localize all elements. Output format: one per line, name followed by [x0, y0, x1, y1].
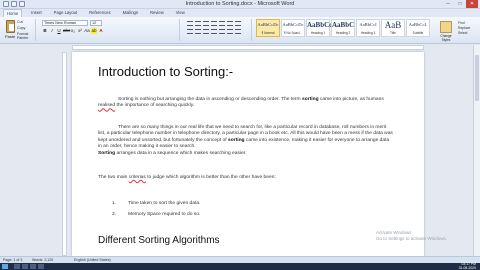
list-item: 2. Memory Space required to do so.	[112, 212, 201, 217]
strikethrough-icon[interactable]: abc	[63, 28, 70, 34]
tab-insert[interactable]: Insert	[28, 9, 44, 17]
bold-icon[interactable]: B	[42, 28, 48, 34]
change-styles-button[interactable]: Change Styles	[438, 34, 454, 42]
format-painter-button[interactable]: Format Painter	[17, 32, 35, 40]
tab-mailings[interactable]: Mailings	[120, 9, 141, 17]
style-title[interactable]: AaB Title	[381, 19, 405, 37]
taskbar-app-icon[interactable]	[38, 264, 44, 269]
start-icon[interactable]	[2, 264, 8, 269]
style-heading-1[interactable]: AaBbCc Heading 1	[306, 19, 332, 37]
paragraph-2: There are so many things in our real lif…	[98, 125, 393, 150]
italic-icon[interactable]: I	[49, 28, 55, 34]
font-size-select[interactable]: 12	[90, 20, 102, 26]
change-styles-icon[interactable]	[440, 21, 452, 33]
font-group: Times New Roman 12 B I U abc x₂ x² Aa ab…	[40, 19, 180, 41]
align-right-icon[interactable]	[203, 29, 209, 34]
font-name-select[interactable]: Times New Roman	[42, 20, 88, 26]
select-button[interactable]: Select	[458, 31, 470, 36]
paste-icon[interactable]	[6, 20, 15, 33]
maximize-icon[interactable]: □	[454, 0, 466, 8]
editing-group: Change Styles Find Replace Select	[438, 19, 480, 42]
taskbar-clock[interactable]: 03:17 PM 31-08-2020	[459, 262, 476, 270]
minimize-icon[interactable]: –	[442, 0, 454, 8]
numbering-icon[interactable]	[195, 21, 201, 26]
activation-watermark: Activate Windows Go to Settings to activ…	[376, 230, 448, 241]
title-bar: Introduction to Sorting.docx - Microsoft…	[0, 0, 480, 9]
style-normal[interactable]: AaBbCcDc ¶ Normal	[256, 19, 280, 37]
list-item: 1. Time taken to sort the given data.	[112, 201, 201, 206]
align-left-icon[interactable]	[187, 29, 193, 34]
justify-icon[interactable]	[211, 29, 217, 34]
tab-review[interactable]: Review	[147, 9, 167, 17]
paragraph-4: The two main criterias to judge which al…	[98, 175, 276, 180]
underline-icon[interactable]: U	[56, 28, 62, 34]
status-bar: Page: 1 of 3 Words: 2,125 English (Unite…	[0, 256, 480, 263]
line-spacing-icon[interactable]	[219, 29, 225, 34]
taskbar-app-icon[interactable]	[30, 264, 36, 269]
horizontal-ruler[interactable]	[72, 45, 424, 50]
sort-icon[interactable]	[227, 21, 233, 26]
scrollbar-thumb[interactable]	[475, 55, 479, 101]
section-heading: Different Sorting Algorithms	[98, 235, 220, 246]
multilevel-list-icon[interactable]	[203, 21, 209, 26]
vertical-ruler[interactable]	[62, 52, 67, 256]
taskbar: 03:17 PM 31-08-2020	[0, 262, 480, 270]
highlight-icon[interactable]: ab	[91, 28, 97, 34]
tab-page-layout[interactable]: Page Layout	[51, 9, 81, 17]
document-title: Introduction to Sorting:-	[98, 64, 234, 79]
style-heading-2[interactable]: AaBbC Heading 2	[331, 19, 355, 37]
superscript-icon[interactable]: x²	[77, 28, 83, 34]
borders-icon[interactable]	[235, 29, 241, 34]
close-icon[interactable]: ✕	[466, 0, 478, 8]
subscript-icon[interactable]: x₂	[70, 28, 76, 34]
paragraph-group	[184, 19, 252, 41]
styles-gallery: AaBbCcDc ¶ Normal AaBbCcDc ¶ No Spaci...…	[256, 19, 436, 39]
paste-button[interactable]: Paste	[5, 34, 15, 39]
tab-home[interactable]: Home	[3, 9, 23, 17]
bullets-icon[interactable]	[187, 21, 193, 26]
cut-button[interactable]: Cut	[17, 20, 23, 24]
tab-references[interactable]: References	[86, 9, 113, 17]
show-marks-icon[interactable]	[235, 21, 241, 26]
document-page[interactable]: Introduction to Sorting:- Sorting is not…	[72, 52, 424, 256]
taskbar-app-icon[interactable]	[22, 264, 28, 269]
taskbar-apps	[14, 264, 44, 269]
clipboard-group: Paste Cut Copy Format Painter	[4, 19, 36, 41]
style-heading-3[interactable]: AaBbCcI Heading 3	[356, 19, 380, 37]
spelling-error: realised	[98, 103, 116, 109]
taskbar-app-icon[interactable]	[14, 264, 20, 269]
style-subtitle[interactable]: AaBbCcL Subtitle	[406, 19, 430, 37]
vertical-scrollbar[interactable]	[473, 45, 480, 256]
editing-commands: Find Replace Select	[458, 21, 470, 36]
change-case-icon[interactable]: Aa	[84, 28, 90, 34]
spelling-error: criterias	[128, 175, 146, 180]
copy-button[interactable]: Copy	[17, 26, 25, 30]
decrease-indent-icon[interactable]	[211, 21, 217, 26]
tab-view[interactable]: View	[173, 9, 188, 17]
shading-icon[interactable]	[227, 29, 233, 34]
increase-indent-icon[interactable]	[219, 21, 225, 26]
ribbon-tabs: Home Insert Page Layout References Maili…	[0, 9, 480, 17]
style-no-spacing[interactable]: AaBbCcDc ¶ No Spaci...	[281, 19, 305, 37]
paragraph-3: Sorting arranges data in a sequence whic…	[98, 151, 247, 156]
align-center-icon[interactable]	[195, 29, 201, 34]
window-title: Introduction to Sorting.docx - Microsoft…	[185, 1, 295, 7]
ribbon: Paste Cut Copy Format Painter Times New …	[0, 17, 480, 44]
font-color-icon[interactable]: A	[98, 28, 104, 34]
paragraph-1: Sorting is nothing but arranging the dat…	[98, 97, 384, 109]
